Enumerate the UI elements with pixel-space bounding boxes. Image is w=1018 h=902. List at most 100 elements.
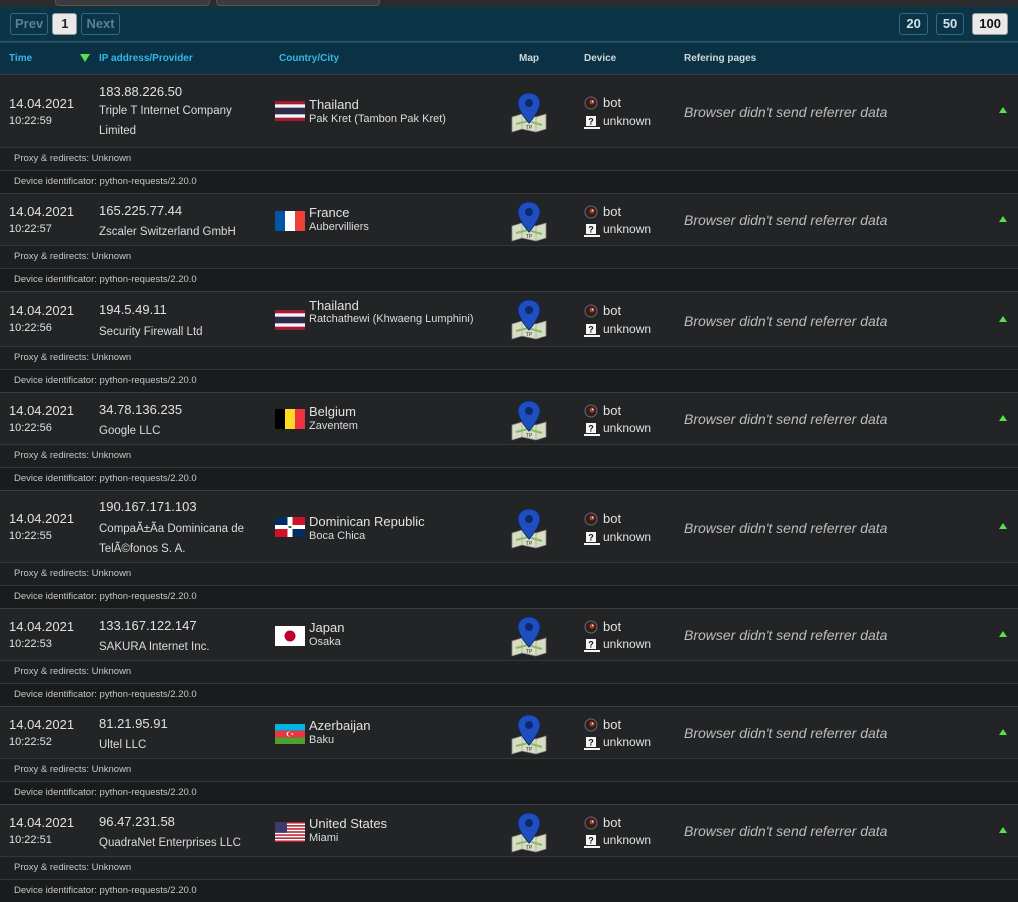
city-name: Baku: [309, 734, 335, 746]
row-main: 14.04.2021 10:22:51 96.47.231.58 QuadraNet …: [0, 805, 1018, 856]
country-flag-icon: [275, 211, 305, 231]
bot-icon: [584, 512, 600, 526]
device-identificator: Device identificator: python-requests/2.…: [0, 268, 1018, 291]
map-pin-icon[interactable]: TP: [508, 91, 550, 133]
city-name: Osaka: [309, 636, 341, 648]
provider-name: QuadraNet Enterprises LLC: [99, 837, 241, 849]
map-pin-icon[interactable]: TP: [508, 200, 550, 242]
referrer-text: Browser didn't send referrer data: [684, 725, 888, 741]
ip-address[interactable]: 194.5.49.11: [99, 302, 167, 317]
row-main: 14.04.2021 10:22:56 194.5.49.11 Security Fi…: [0, 292, 1018, 346]
collapse-arrow-icon[interactable]: [999, 415, 1007, 421]
unknown-os-icon: ?: [584, 422, 600, 436]
next-button[interactable]: Next: [81, 13, 120, 35]
collapse-arrow-icon[interactable]: [999, 216, 1007, 222]
ip-address[interactable]: 190.167.171.103: [99, 499, 197, 514]
row-main: 14.04.2021 10:22:52 81.21.95.91 Ultel LLC Az…: [0, 707, 1018, 758]
collapse-arrow-icon[interactable]: [999, 523, 1007, 529]
provider-name: Security Firewall Ltd: [99, 326, 203, 338]
country-name: Japan: [309, 620, 345, 635]
prev-button[interactable]: Prev: [10, 13, 49, 35]
ip-address[interactable]: 81.21.95.91: [99, 716, 168, 731]
header-time[interactable]: Time: [9, 53, 32, 64]
svg-text:TP: TP: [526, 433, 533, 439]
page-size-100-button[interactable]: 100: [972, 13, 1008, 35]
visit-date: 14.04.2021: [9, 717, 75, 732]
page-size-20-button[interactable]: 20: [899, 13, 928, 35]
provider-name: SAKURA Internet Inc.: [99, 641, 210, 653]
unknown-os-icon: ?: [584, 115, 600, 129]
device-type: bot: [603, 303, 622, 318]
device-identificator: Device identificator: python-requests/2.…: [0, 467, 1018, 490]
row-main: 14.04.2021 10:22:56 34.78.136.235 Google LL…: [0, 393, 1018, 444]
visit-date: 14.04.2021: [9, 403, 75, 418]
collapse-arrow-icon[interactable]: [999, 827, 1007, 833]
visit-date: 14.04.2021: [9, 619, 75, 634]
referrer-text: Browser didn't send referrer data: [684, 823, 888, 839]
top-strip: [0, 0, 1018, 7]
header-country[interactable]: Country/City: [279, 53, 339, 64]
country-name: France: [309, 205, 350, 220]
proxy-info: Proxy & redirects: Unknown: [0, 562, 1018, 585]
country-flag-icon: [275, 310, 305, 330]
bot-icon: [584, 96, 600, 110]
referrer-text: Browser didn't send referrer data: [684, 104, 888, 120]
ip-address[interactable]: 165.225.77.44: [99, 203, 182, 218]
city-name: Miami: [309, 832, 339, 844]
proxy-info: Proxy & redirects: Unknown: [0, 346, 1018, 369]
sort-desc-icon[interactable]: [80, 54, 90, 62]
proxy-info: Proxy & redirects: Unknown: [0, 147, 1018, 170]
device-type: bot: [603, 95, 622, 110]
referrer-text: Browser didn't send referrer data: [684, 627, 888, 643]
bot-icon: [584, 718, 600, 732]
ip-address[interactable]: 34.78.136.235: [99, 402, 182, 417]
bot-icon: [584, 620, 600, 634]
country-name: United States: [309, 816, 388, 831]
collapse-arrow-icon[interactable]: [999, 316, 1007, 322]
svg-text:?: ?: [588, 533, 594, 543]
collapse-arrow-icon[interactable]: [999, 631, 1007, 637]
map-pin-icon[interactable]: TP: [508, 507, 550, 549]
proxy-info: Proxy & redirects: Unknown: [0, 856, 1018, 879]
country-name: Azerbaijan: [309, 718, 371, 733]
country-name: Thailand: [309, 97, 359, 112]
proxy-info: Proxy & redirects: Unknown: [0, 660, 1018, 683]
svg-text:TP: TP: [526, 747, 533, 753]
map-pin-icon[interactable]: TP: [508, 399, 550, 441]
provider-name: Google LLC: [99, 425, 161, 437]
map-pin-icon[interactable]: TP: [508, 615, 550, 657]
city-name: Ratchathewi (Khwaeng Lumphini): [309, 313, 474, 325]
ip-address[interactable]: 183.88.226.50: [99, 84, 182, 99]
country-flag-icon: [275, 626, 305, 646]
provider-name: CompaÃ±Ã­a Dominicana de TelÃ©fonos S. A…: [99, 523, 245, 555]
map-pin-icon[interactable]: TP: [508, 298, 550, 340]
visit-time: 10:22:51: [9, 834, 52, 846]
unknown-os-icon: ?: [584, 834, 600, 848]
row-main: 14.04.2021 10:22:57 165.225.77.44 Zscaler S…: [0, 194, 1018, 245]
row-main: 14.04.2021 10:22:55 190.167.171.103 CompaÃ±…: [0, 491, 1018, 562]
collapse-arrow-icon[interactable]: [999, 729, 1007, 735]
device-identificator: Device identificator: python-requests/2.…: [0, 369, 1018, 392]
header-ip[interactable]: IP address/Provider: [99, 53, 193, 64]
page-size-50-button[interactable]: 50: [935, 13, 965, 35]
ip-address[interactable]: 133.167.122.147: [99, 618, 197, 633]
visit-date: 14.04.2021: [9, 96, 75, 111]
unknown-os-icon: ?: [584, 223, 600, 237]
visit-time: 10:22:59: [9, 115, 52, 127]
map-pin-icon[interactable]: TP: [508, 811, 550, 853]
device-type: bot: [603, 403, 622, 418]
map-pin-icon[interactable]: TP: [508, 713, 550, 755]
proxy-info: Proxy & redirects: Unknown: [0, 444, 1018, 467]
bot-icon: [584, 404, 600, 418]
header-device: Device: [584, 53, 617, 64]
city-name: Aubervilliers: [309, 221, 369, 233]
device-identificator: Device identificator: python-requests/2.…: [0, 781, 1018, 804]
bot-icon: [584, 816, 600, 830]
ip-address[interactable]: 96.47.231.58: [99, 814, 175, 829]
provider-name: Triple T Internet Company Limited: [99, 105, 232, 137]
collapse-arrow-icon[interactable]: [999, 107, 1007, 113]
top-tab[interactable]: [216, 0, 380, 6]
top-tab[interactable]: [55, 0, 210, 6]
page-1-button[interactable]: 1: [52, 13, 78, 35]
svg-text:?: ?: [588, 836, 594, 846]
